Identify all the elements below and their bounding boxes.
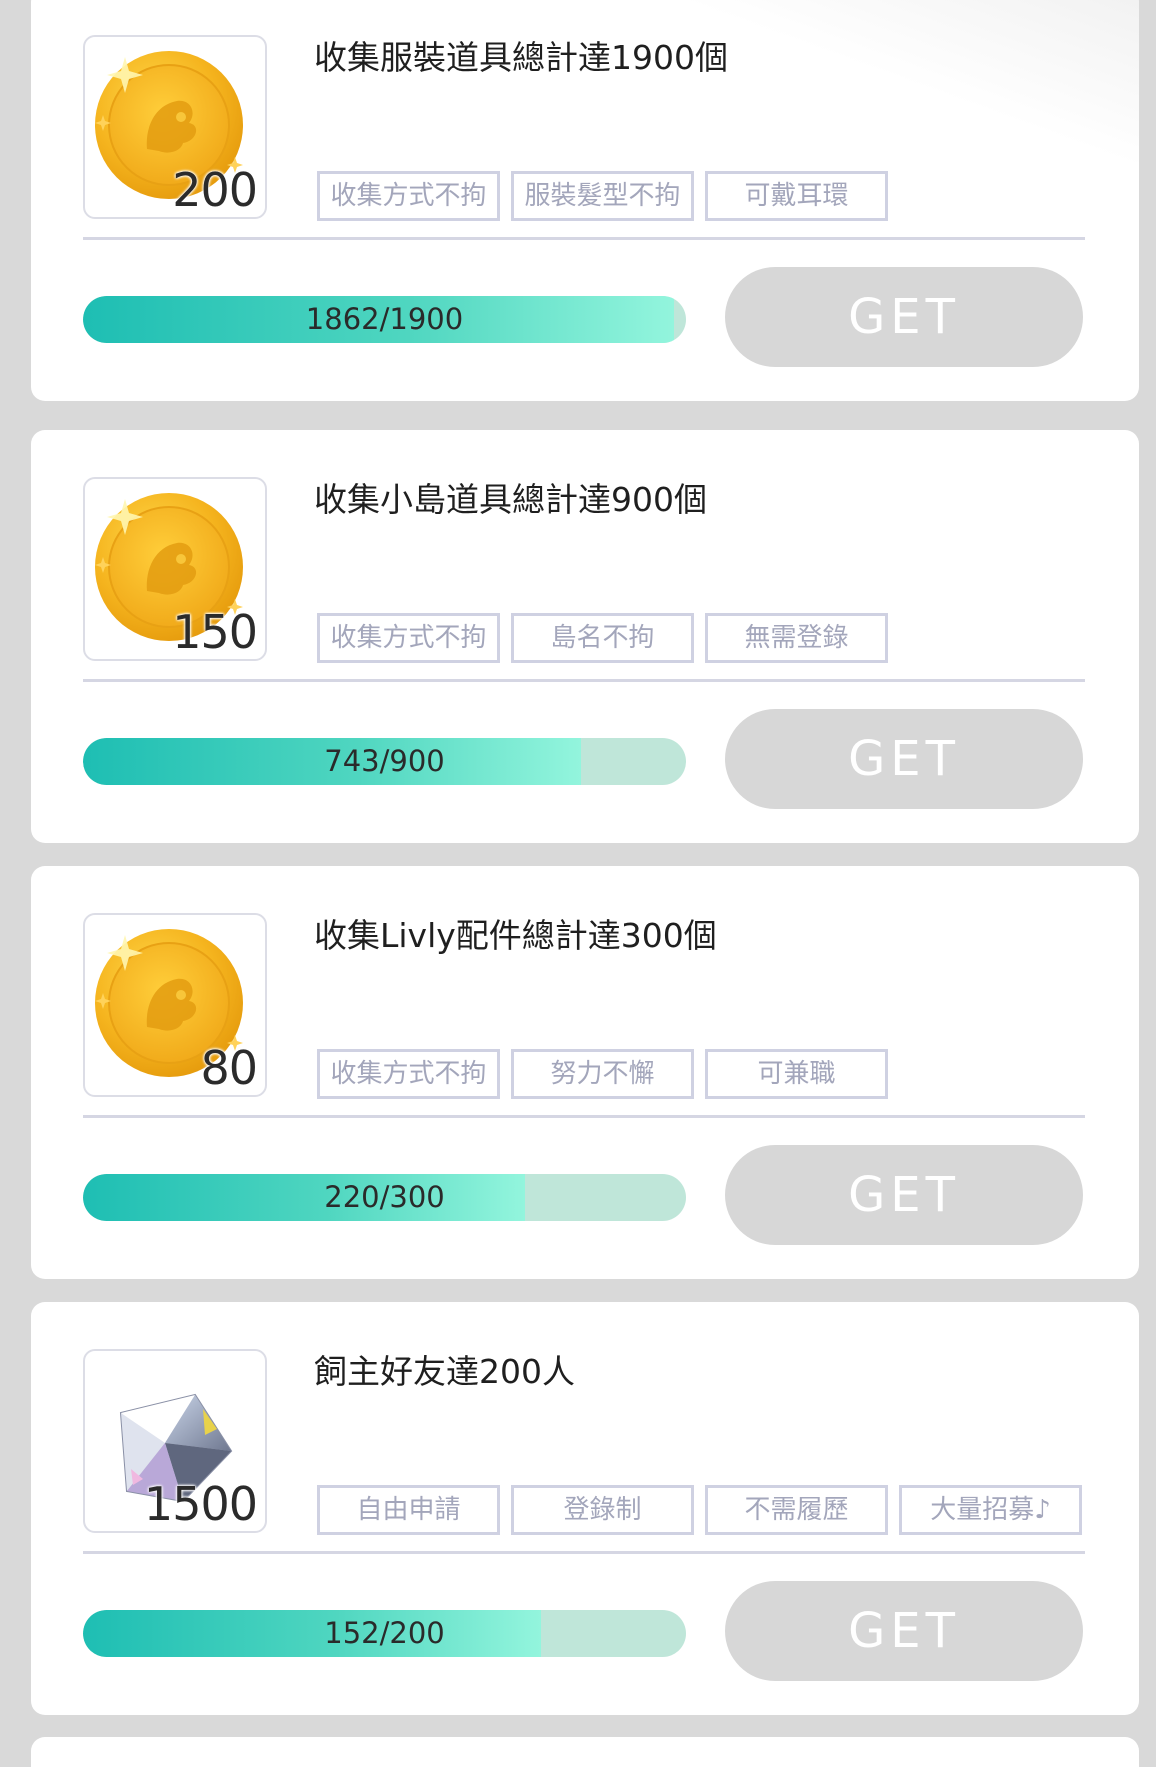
task-tags: 自由申請 登錄制 不需履歷 大量招募♪	[317, 1485, 1127, 1535]
divider	[83, 237, 1085, 240]
get-button[interactable]: GET	[725, 267, 1083, 367]
progress-text: 743/900	[324, 744, 445, 778]
progress-bar: 152/200	[83, 1610, 686, 1657]
reward-amount: 1500	[143, 1477, 258, 1531]
task-tag: 不需履歷	[705, 1485, 888, 1535]
task-title: 飼主好友達200人	[314, 1352, 575, 1391]
task-tag: 收集方式不拘	[317, 613, 500, 663]
task-card: 80 收集Livly配件總計達300個 收集方式不拘 努力不懈 可兼職 220/…	[31, 866, 1139, 1279]
next-card-edge	[31, 1737, 1139, 1767]
progress-bar: 743/900	[83, 738, 686, 785]
progress-bar: 220/300	[83, 1174, 686, 1221]
task-tag: 可戴耳環	[705, 171, 888, 221]
task-tags: 收集方式不拘 服裝髮型不拘 可戴耳環	[317, 171, 1127, 221]
reward-amount: 150	[172, 605, 258, 659]
task-tag: 無需登錄	[705, 613, 888, 663]
task-tag: 努力不懈	[511, 1049, 694, 1099]
progress-bar: 1862/1900	[83, 296, 686, 343]
task-tag: 收集方式不拘	[317, 1049, 500, 1099]
task-tag: 自由申請	[317, 1485, 500, 1535]
task-title: 收集小島道具總計達900個	[314, 480, 707, 519]
reward-amount: 80	[200, 1041, 258, 1095]
get-button[interactable]: GET	[725, 709, 1083, 809]
task-tag: 大量招募♪	[899, 1485, 1082, 1535]
progress-text: 220/300	[324, 1180, 445, 1214]
get-button[interactable]: GET	[725, 1581, 1083, 1681]
task-tags: 收集方式不拘 努力不懈 可兼職	[317, 1049, 1127, 1099]
task-tags: 收集方式不拘 島名不拘 無需登錄	[317, 613, 1127, 663]
task-tag: 登錄制	[511, 1485, 694, 1535]
reward-thumbnail: 150	[83, 477, 267, 661]
task-tag: 可兼職	[705, 1049, 888, 1099]
divider	[83, 679, 1085, 682]
task-card: 200 收集服裝道具總計達1900個 收集方式不拘 服裝髮型不拘 可戴耳環 18…	[31, 0, 1139, 401]
reward-thumbnail: 1500	[83, 1349, 267, 1533]
divider	[83, 1115, 1085, 1118]
task-tag: 島名不拘	[511, 613, 694, 663]
progress-text: 1862/1900	[305, 302, 464, 336]
task-card: 150 收集小島道具總計達900個 收集方式不拘 島名不拘 無需登錄 743/9…	[31, 430, 1139, 843]
task-tag: 服裝髮型不拘	[511, 171, 694, 221]
get-button[interactable]: GET	[725, 1145, 1083, 1245]
divider	[83, 1551, 1085, 1554]
task-title: 收集服裝道具總計達1900個	[314, 38, 728, 77]
task-tag: 收集方式不拘	[317, 171, 500, 221]
reward-amount: 200	[172, 163, 258, 217]
reward-thumbnail: 80	[83, 913, 267, 1097]
task-list: 200 收集服裝道具總計達1900個 收集方式不拘 服裝髮型不拘 可戴耳環 18…	[0, 0, 1156, 1767]
task-title: 收集Livly配件總計達300個	[314, 916, 717, 955]
progress-text: 152/200	[324, 1616, 445, 1650]
task-card: 1500 飼主好友達200人 自由申請 登錄制 不需履歷 大量招募♪ 152/2…	[31, 1302, 1139, 1715]
reward-thumbnail: 200	[83, 35, 267, 219]
